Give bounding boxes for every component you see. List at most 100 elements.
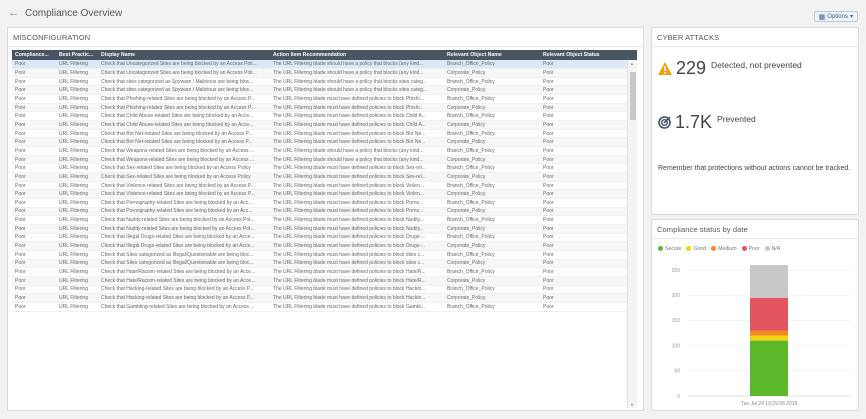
- table-cell: The URL Filtering blade must have define…: [270, 172, 444, 182]
- table-cell: Poor: [540, 181, 637, 191]
- table-cell: URL Filtering: [56, 94, 98, 104]
- table-cell: The URL Filtering blade must have define…: [270, 259, 444, 269]
- table-cell: Poor: [12, 189, 56, 199]
- table-cell: URL Filtering: [56, 207, 98, 217]
- table-row[interactable]: Poor URL Filtering Check that Violence-rel…: [12, 181, 637, 191]
- legend-item[interactable]: N/A: [764, 246, 780, 252]
- column-header[interactable]: Compliance...: [12, 50, 56, 60]
- column-header[interactable]: Display Name: [98, 50, 270, 60]
- scroll-thumb[interactable]: [630, 72, 636, 120]
- table-cell: URL Filtering: [56, 267, 98, 277]
- table-row[interactable]: Poor URL Filtering Check that Sex-related …: [12, 163, 637, 174]
- table-cell: Poor: [540, 233, 637, 243]
- table-row[interactable]: Poor URL Filtering Check that Sites catego…: [12, 259, 637, 269]
- column-header[interactable]: Relevant Object Status: [540, 50, 637, 60]
- table-row[interactable]: Poor URL Filtering Check that Illegal Drug…: [12, 233, 637, 243]
- table-cell: The URL Filtering blade must have define…: [270, 181, 444, 191]
- table-row[interactable]: Poor URL Filtering Check that Illegal Drug…: [12, 241, 637, 251]
- table-row[interactable]: Poor URL Filtering Check that Weapons-rela…: [12, 146, 637, 156]
- table-cell: Poor: [12, 267, 56, 277]
- table-cell: The URL Filtering blade should have a po…: [270, 155, 444, 165]
- bar-segment-secure: [750, 340, 788, 396]
- table-cell: Poor: [540, 111, 637, 122]
- table-row[interactable]: Poor URL Filtering Check that Bot Net-rela…: [12, 129, 637, 139]
- page-title: Compliance Overview: [25, 7, 123, 19]
- scroll-down-icon[interactable]: ▼: [630, 402, 634, 407]
- legend-dot: [658, 246, 663, 251]
- table-cell: URL Filtering: [56, 85, 98, 96]
- table-cell: The URL Filtering blade must have define…: [270, 293, 444, 303]
- table-cell: URL Filtering: [56, 259, 98, 269]
- table-row[interactable]: Poor URL Filtering Check that Pornography-…: [12, 207, 637, 217]
- table-cell: Corporate_Policy: [444, 137, 540, 148]
- table-row[interactable]: Poor URL Filtering Check that Uncategorize…: [12, 68, 637, 78]
- table-cell: Poor: [540, 163, 637, 174]
- prevented-stat[interactable]: 1.7K Prevented: [658, 112, 756, 133]
- table-row[interactable]: Poor URL Filtering Check that sites catego…: [12, 77, 637, 87]
- table-row[interactable]: Poor URL Filtering Check that Child Abuse-…: [12, 111, 637, 122]
- table-row[interactable]: Poor URL Filtering Check that Child Abuse-…: [12, 120, 637, 130]
- table-cell: The URL Filtering blade must have define…: [270, 129, 444, 139]
- bar-segment-na: [750, 265, 788, 298]
- table-row[interactable]: Poor URL Filtering Check that Uncategorize…: [12, 60, 637, 70]
- table-row[interactable]: Poor URL Filtering Check that Hate/Racism-…: [12, 276, 637, 286]
- table-row[interactable]: Poor URL Filtering Check that Phishing-rel…: [12, 103, 637, 113]
- table-row[interactable]: Poor URL Filtering Check that Phishing-rel…: [12, 94, 637, 104]
- detected-stat[interactable]: 229 Detected, not prevented: [658, 58, 802, 79]
- prevented-count: 1.7K: [675, 112, 713, 132]
- table-cell: Check that Phishing-related Sites are be…: [98, 103, 270, 113]
- x-tick-label: Tue Jul 24 19:29:08 2018: [741, 401, 798, 407]
- compliance-status-panel: Compliance status by date Secure Good Medi…: [651, 219, 859, 411]
- table-cell: Check that Hacking-related Sites are bei…: [98, 293, 270, 303]
- table-row[interactable]: Poor URL Filtering Check that Violence-rel…: [12, 189, 637, 199]
- column-header[interactable]: Relevant Object Name: [444, 50, 540, 60]
- table-row[interactable]: Poor URL Filtering Check that Hate/Racism-…: [12, 267, 637, 277]
- table-cell: URL Filtering: [56, 111, 98, 122]
- legend-dot: [686, 246, 692, 251]
- table-cell: Poor: [540, 189, 637, 199]
- target-shield-icon: [658, 116, 671, 129]
- table-cell: Check that Phishing-related Sites are be…: [98, 94, 270, 104]
- back-arrow-icon[interactable]: ←: [8, 7, 19, 19]
- table-cell: Poor: [12, 60, 56, 70]
- table-cell: The URL Filtering blade must have define…: [270, 94, 444, 104]
- table-row[interactable]: Poor URL Filtering Check that Hacking-rela…: [12, 293, 637, 303]
- table-cell: The URL Filtering blade must have define…: [270, 103, 444, 113]
- scroll-up-icon[interactable]: ▲: [630, 61, 634, 66]
- table-row[interactable]: Poor URL Filtering Check that Bot Net-rela…: [12, 137, 637, 148]
- table-row[interactable]: Poor URL Filtering Check that Nudity-relat…: [12, 224, 637, 234]
- table-row[interactable]: Poor URL Filtering Check that Nudity-relat…: [12, 215, 637, 225]
- table-scrollbar[interactable]: ▲ ▼: [627, 60, 637, 408]
- table-row[interactable]: Poor URL Filtering Check that Pornography-…: [12, 198, 637, 208]
- table-row[interactable]: Poor URL Filtering Check that sites catego…: [12, 85, 637, 96]
- column-header[interactable]: Best Practic...: [56, 50, 98, 60]
- y-tick-label: 250: [672, 268, 681, 274]
- table-cell: URL Filtering: [56, 163, 98, 174]
- options-button[interactable]: ▦ Options ▾: [813, 11, 858, 22]
- legend-label: Good: [693, 246, 707, 252]
- table-cell: The URL Filtering blade must have define…: [270, 302, 444, 312]
- table-cell: Branch_Office_Policy: [444, 77, 540, 87]
- table-cell: Poor: [12, 293, 56, 303]
- misconfiguration-title: MISCONFIGURATION: [8, 28, 643, 47]
- table-cell: URL Filtering: [56, 68, 98, 78]
- table-row[interactable]: Poor URL Filtering Check that Hacking-rela…: [12, 285, 637, 295]
- table-row[interactable]: Poor URL Filtering Check that Sex-related …: [12, 172, 637, 182]
- table-cell: Corporate_Policy: [444, 259, 540, 269]
- table-row[interactable]: Poor URL Filtering Check that Gambling-rel…: [12, 302, 637, 312]
- table-row[interactable]: Poor URL Filtering Check that Sites catego…: [12, 250, 637, 260]
- table-cell: The URL Filtering blade must have define…: [270, 189, 444, 199]
- table-cell: Branch_Office_Policy: [444, 233, 540, 243]
- table-row[interactable]: Poor URL Filtering Check that Weapons-rela…: [12, 155, 637, 165]
- table-cell: Poor: [12, 241, 56, 251]
- table-cell: Poor: [540, 137, 637, 148]
- table-cell: Poor: [540, 85, 637, 96]
- column-header[interactable]: Action Item Recommendation: [270, 50, 444, 60]
- table-cell: The URL Filtering blade must have define…: [270, 250, 444, 260]
- legend-item[interactable]: Medium: [711, 246, 737, 252]
- table-cell: Poor: [540, 276, 637, 286]
- legend-item[interactable]: Good: [686, 246, 706, 252]
- legend-item[interactable]: Poor: [741, 246, 760, 252]
- misconfiguration-table: Compliance... Best Practic... Display Name…: [12, 50, 637, 312]
- legend-item[interactable]: Secure: [658, 246, 681, 252]
